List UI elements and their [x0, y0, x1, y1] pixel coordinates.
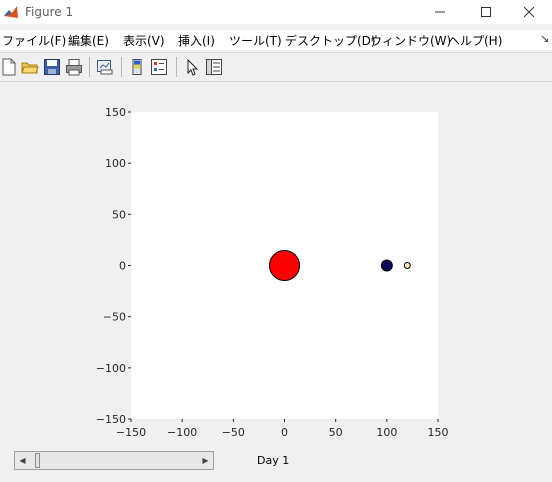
- x-tick-label: −100: [167, 426, 197, 439]
- slider-right-arrow-icon[interactable]: ▶: [198, 452, 213, 469]
- y-tick-label: 0: [119, 260, 126, 273]
- plot-area[interactable]: −150 −100 −50 0 50 100 150 −150 −100 −50 0 50 100 15…: [0, 0, 552, 482]
- day-label: Day 1: [257, 454, 290, 467]
- data-point: [269, 250, 300, 281]
- y-axis: −150 −100 −50 0 50 100 150: [96, 106, 131, 426]
- y-tick-label: −100: [96, 362, 126, 375]
- y-tick-label: 150: [105, 106, 126, 119]
- y-tick-label: 100: [105, 157, 126, 170]
- x-tick-label: 0: [281, 426, 288, 439]
- slider-left-arrow-icon[interactable]: ◀: [15, 452, 30, 469]
- data-point: [403, 262, 411, 269]
- x-tick-label: −150: [116, 426, 146, 439]
- x-tick-label: 150: [428, 426, 449, 439]
- y-tick-label: −50: [103, 311, 126, 324]
- y-tick-label: 50: [112, 208, 126, 221]
- x-tick-label: −50: [222, 426, 245, 439]
- x-axis: −150 −100 −50 0 50 100 150: [116, 419, 449, 439]
- data-point: [380, 259, 393, 272]
- x-tick-label: 100: [376, 426, 397, 439]
- slider-thumb[interactable]: [35, 453, 40, 468]
- y-tick-label: −150: [96, 413, 126, 426]
- x-tick-label: 50: [329, 426, 343, 439]
- day-slider[interactable]: ◀ ▶: [14, 451, 214, 470]
